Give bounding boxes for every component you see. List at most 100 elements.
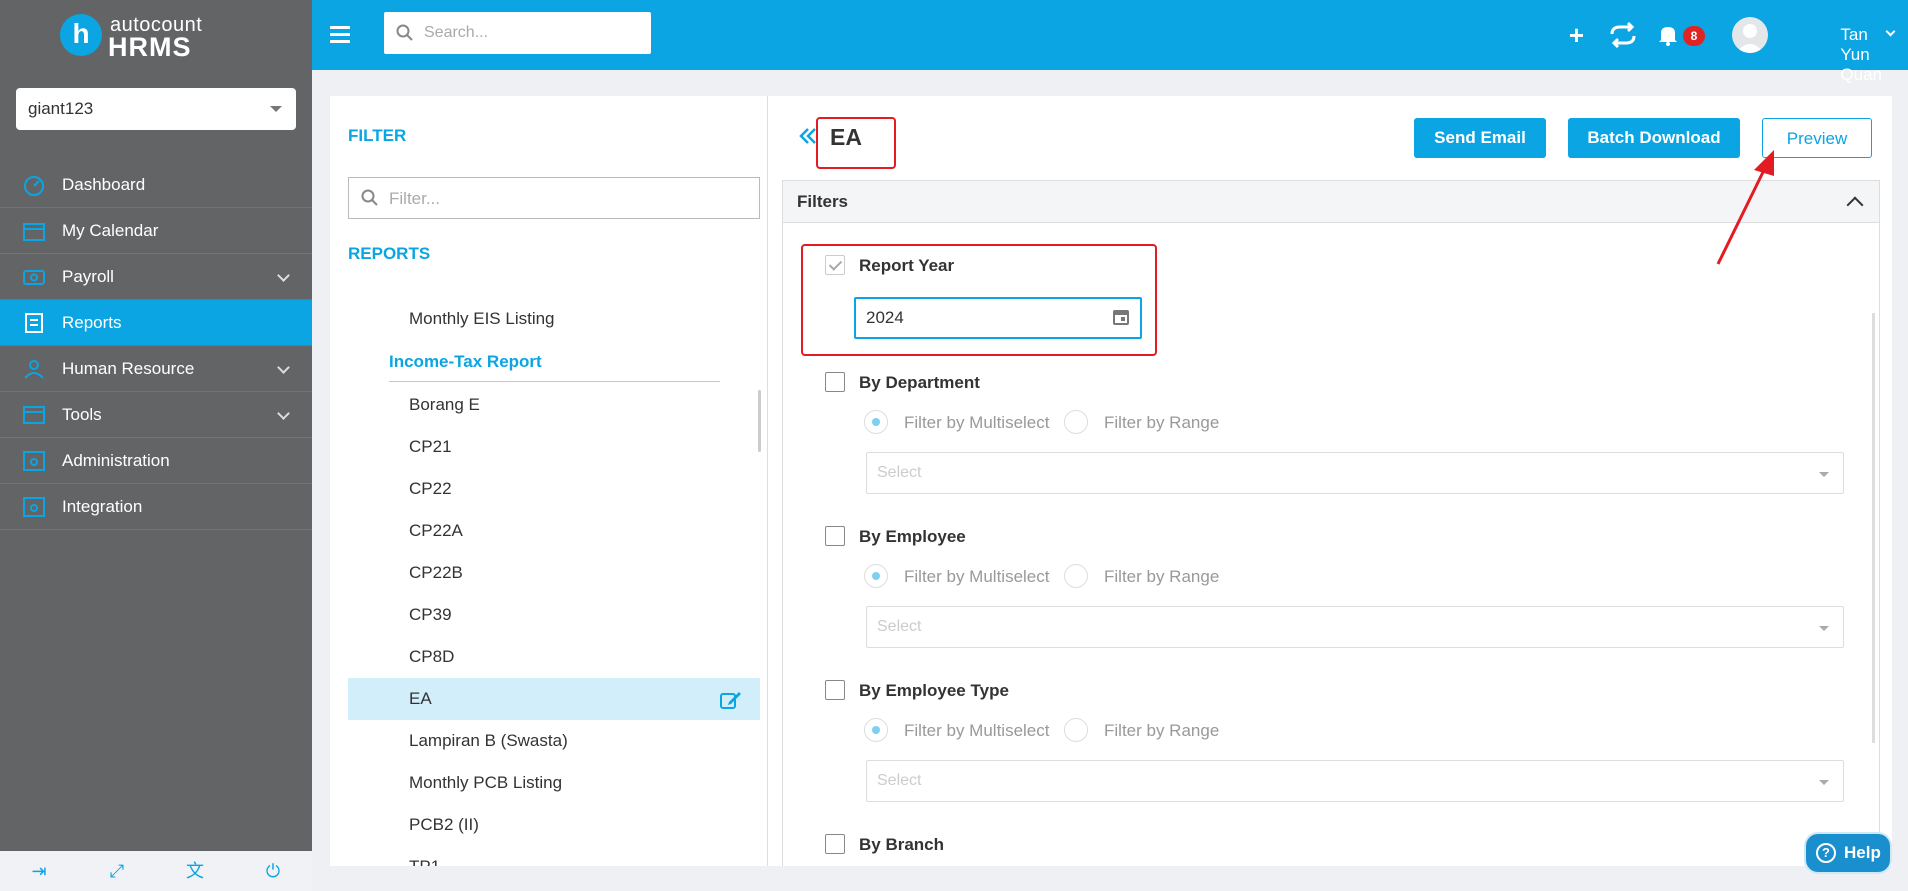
report-item-borang-e[interactable]: Borang E xyxy=(348,384,760,426)
filter-heading: FILTER xyxy=(348,126,407,145)
collapse-chevron-icon[interactable] xyxy=(798,126,818,146)
report-item-monthly-eis-listing[interactable]: Monthly EIS Listing xyxy=(348,298,760,340)
report-item-cp22b[interactable]: CP22B xyxy=(348,552,760,594)
power-icon[interactable]: ⏻ xyxy=(262,860,284,882)
user-icon xyxy=(1736,24,1764,53)
report-item-label: CP8D xyxy=(409,647,455,666)
edit-icon[interactable] xyxy=(720,690,742,710)
calendar-icon xyxy=(23,222,45,241)
employee-select[interactable]: Select xyxy=(866,606,1844,648)
logo-mark: h xyxy=(60,14,102,56)
filter-multiselect-radio[interactable] xyxy=(864,564,888,588)
dashboard-icon xyxy=(24,175,44,196)
by-department-label: By Department xyxy=(859,373,980,392)
bell-icon[interactable] xyxy=(1658,24,1678,46)
by-department-checkbox[interactable] xyxy=(825,372,845,392)
filter-multiselect-radio[interactable] xyxy=(864,410,888,434)
report-group-label: Income-Tax Report xyxy=(389,352,542,371)
select-placeholder: Select xyxy=(877,464,922,481)
sync-icon[interactable] xyxy=(1608,22,1638,48)
filter-range-label: Filter by Range xyxy=(1104,413,1220,432)
report-item-lampiran-b[interactable]: Lampiran B (Swasta) xyxy=(348,720,760,762)
report-item-cp21[interactable]: CP21 xyxy=(348,426,760,468)
menu-toggle-icon[interactable] xyxy=(330,26,350,43)
filter-multiselect-label: Filter by Multiselect xyxy=(904,721,1050,740)
sidebar-item-human-resource[interactable]: Human Resource xyxy=(0,346,312,392)
caret-down-icon xyxy=(270,106,282,112)
report-item-label: Monthly PCB Listing xyxy=(409,773,563,792)
search-icon xyxy=(396,24,413,41)
report-item-label: Borang E xyxy=(409,395,480,414)
report-group-income-tax[interactable]: Income-Tax Report xyxy=(348,340,760,382)
scrollbar[interactable] xyxy=(758,390,761,452)
report-filter-input[interactable]: Filter... xyxy=(348,177,760,219)
department-select[interactable]: Select xyxy=(866,452,1844,494)
report-item-monthly-pcb-listing[interactable]: Monthly PCB Listing xyxy=(348,762,760,804)
report-item-label: CP39 xyxy=(409,605,452,624)
report-year-value: 2024 xyxy=(866,308,904,327)
human-resource-icon xyxy=(24,359,44,379)
report-item-cp22[interactable]: CP22 xyxy=(348,468,760,510)
filter-range-radio[interactable] xyxy=(1064,718,1088,742)
logout-icon[interactable]: ⇥ xyxy=(28,860,50,882)
filter-range-radio[interactable] xyxy=(1064,564,1088,588)
filter-range-radio[interactable] xyxy=(1064,410,1088,434)
report-item-cp22a[interactable]: CP22A xyxy=(348,510,760,552)
search-icon xyxy=(361,189,378,206)
filter-range-label: Filter by Range xyxy=(1104,721,1220,740)
chevron-down-icon[interactable] xyxy=(1885,26,1896,37)
report-item-label: EA xyxy=(409,689,432,708)
sidebar-item-reports[interactable]: Reports xyxy=(0,300,312,346)
search-input[interactable]: Search... xyxy=(384,12,651,54)
sidebar-item-label: My Calendar xyxy=(62,220,159,240)
report-item-label: TP1 xyxy=(409,857,440,866)
help-button[interactable]: ? Help xyxy=(1806,834,1890,872)
report-item-tp1[interactable]: TP1 xyxy=(348,846,760,866)
by-employee-checkbox[interactable] xyxy=(825,526,845,546)
sidebar-item-label: Human Resource xyxy=(62,358,195,378)
sidebar-item-label: Reports xyxy=(62,312,122,332)
report-item-cp8d[interactable]: CP8D xyxy=(348,636,760,678)
sidebar-item-administration[interactable]: Administration xyxy=(0,438,312,484)
chevron-up-icon[interactable] xyxy=(1846,196,1864,214)
avatar[interactable] xyxy=(1732,17,1768,53)
report-item-label: CP22B xyxy=(409,563,463,582)
app-logo[interactable]: h autocount HRMS xyxy=(60,14,220,62)
sidebar-item-payroll[interactable]: Payroll xyxy=(0,254,312,300)
help-label: Help xyxy=(1844,843,1881,862)
report-year-input[interactable]: 2024 xyxy=(854,297,1142,339)
report-item-label: CP22A xyxy=(409,521,463,540)
report-item-ea[interactable]: EA xyxy=(348,678,760,720)
add-icon[interactable]: + xyxy=(1569,20,1584,51)
sidebar-item-tools[interactable]: Tools xyxy=(0,392,312,438)
fullscreen-icon[interactable]: ⤢ xyxy=(106,860,128,882)
filter-multiselect-radio[interactable] xyxy=(864,718,888,742)
reports-icon xyxy=(25,312,43,333)
sidebar-item-label: Tools xyxy=(62,404,102,424)
filter-multiselect-label: Filter by Multiselect xyxy=(904,413,1050,432)
sidebar-item-my-calendar[interactable]: My Calendar xyxy=(0,208,312,254)
report-year-checkbox[interactable] xyxy=(825,255,845,275)
sidebar: h autocount HRMS giant123 Dashboard My C… xyxy=(0,0,312,891)
sidebar-item-integration[interactable]: Integration xyxy=(0,484,312,530)
search-placeholder: Search... xyxy=(424,24,489,41)
calendar-icon[interactable] xyxy=(1112,308,1130,326)
employee-type-select[interactable]: Select xyxy=(866,760,1844,802)
company-select[interactable]: giant123 xyxy=(16,88,296,130)
report-item-pcb2-ii[interactable]: PCB2 (II) xyxy=(348,804,760,846)
by-branch-checkbox[interactable] xyxy=(825,834,845,854)
user-name[interactable]: Tan Yun Quan xyxy=(1840,25,1882,85)
annotation-arrow-icon xyxy=(1716,150,1774,265)
language-icon[interactable]: 文 xyxy=(184,860,206,882)
report-item-cp39[interactable]: CP39 xyxy=(348,594,760,636)
administration-icon xyxy=(23,450,45,471)
send-email-button[interactable]: Send Email xyxy=(1414,118,1546,158)
sidebar-item-dashboard[interactable]: Dashboard xyxy=(0,162,312,208)
notification-badge: 8 xyxy=(1683,26,1705,46)
group-divider xyxy=(389,381,720,382)
filter-multiselect-label: Filter by Multiselect xyxy=(904,567,1050,586)
report-item-label: Monthly EIS Listing xyxy=(409,309,555,328)
scrollbar[interactable] xyxy=(1872,313,1875,743)
by-employee-type-checkbox[interactable] xyxy=(825,680,845,700)
select-placeholder: Select xyxy=(877,772,922,789)
